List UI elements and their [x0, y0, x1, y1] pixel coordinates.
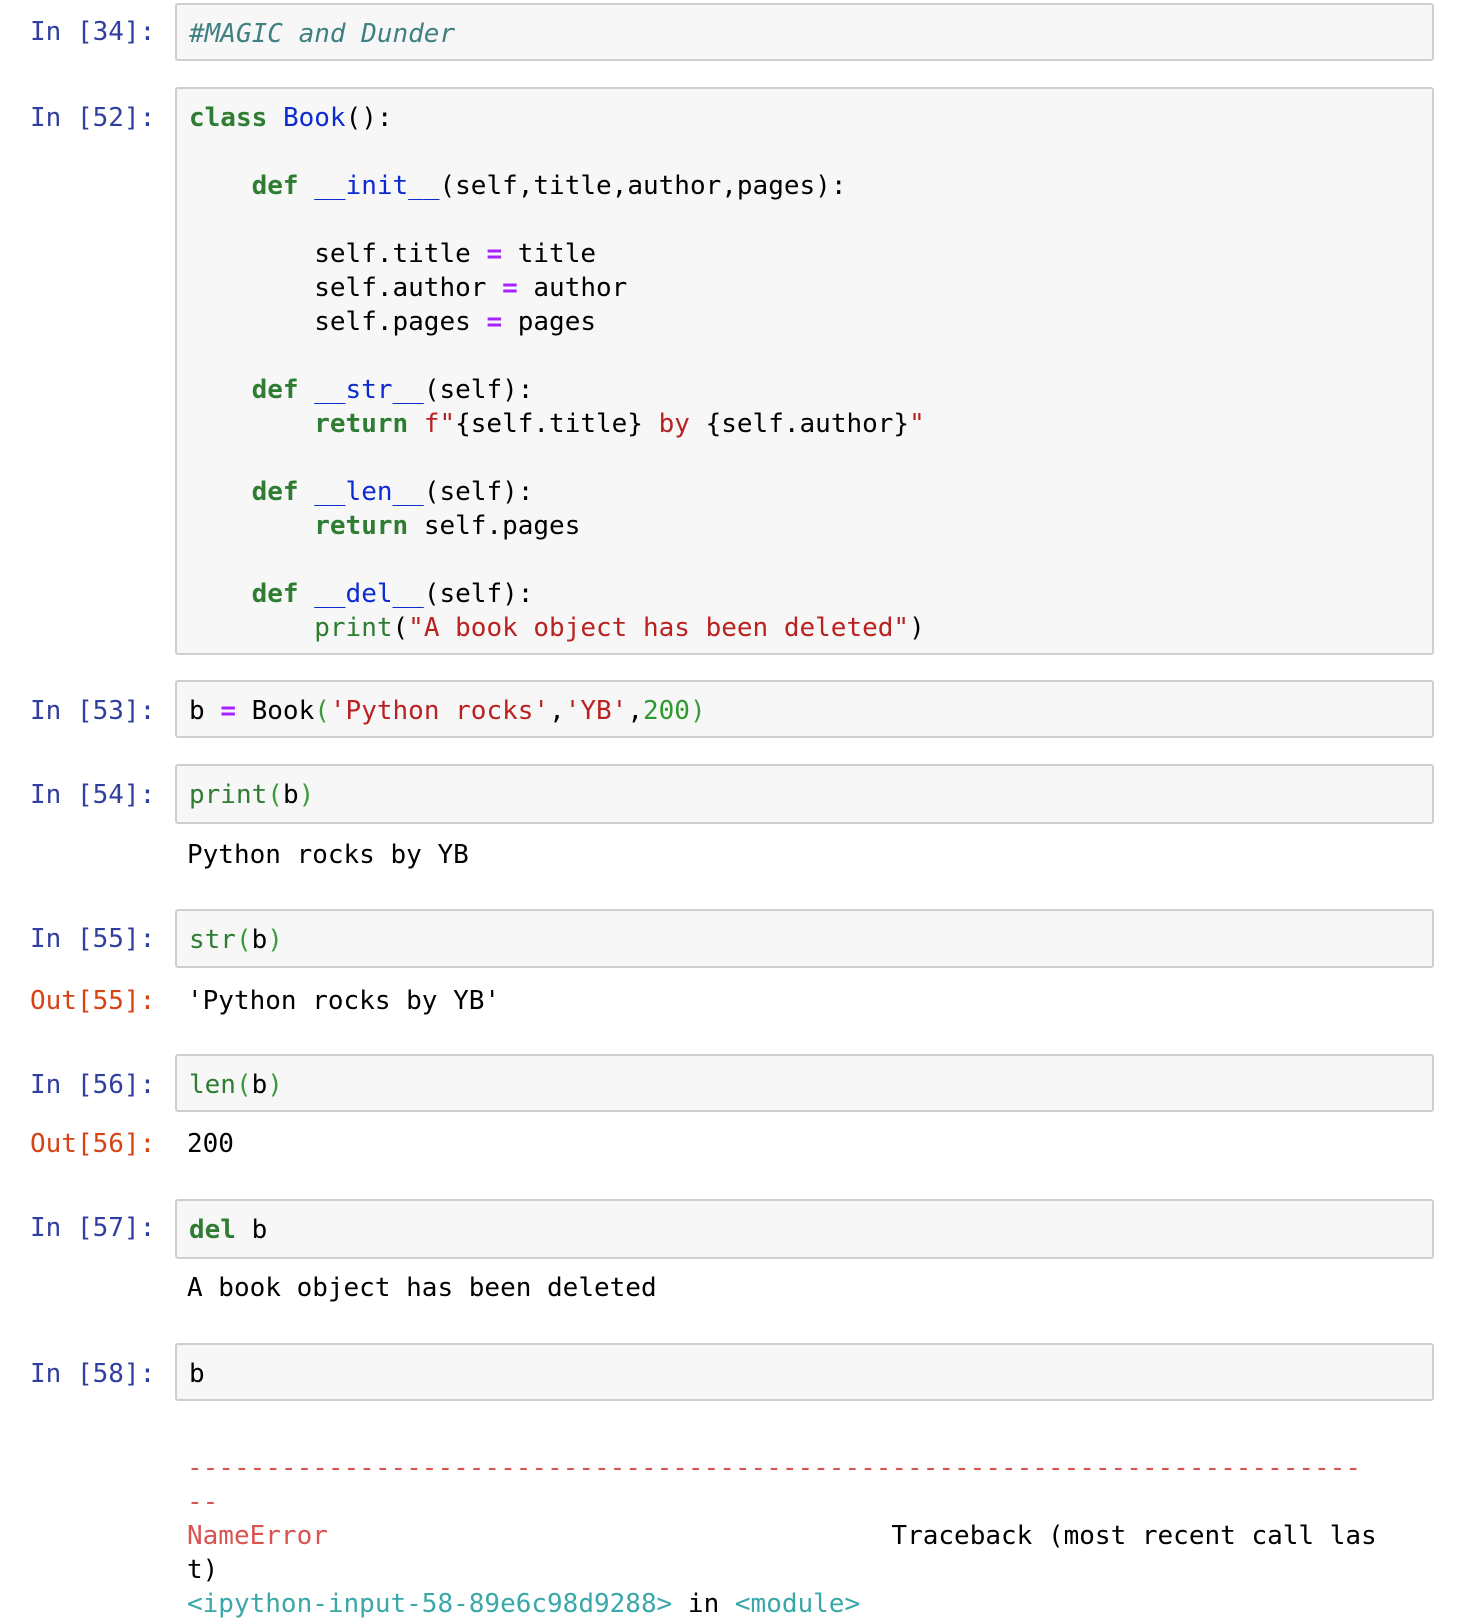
traceback-dashes: ----------------------------------------…: [187, 1453, 1361, 1483]
code-comment: #MAGIC and Dunder: [189, 19, 456, 49]
code-input[interactable]: b: [175, 1343, 1434, 1401]
stdout-text: Python rocks by YB: [187, 840, 469, 870]
output-value: 200: [187, 1129, 234, 1159]
in-prompt: In [34]:: [30, 17, 156, 47]
in-prompt: In [53]:: [30, 696, 156, 726]
traceback-header: Traceback (most recent call las: [891, 1521, 1377, 1551]
code-input[interactable]: class Book(): def __init__(self,title,au…: [175, 87, 1434, 655]
out-prompt: Out[56]:: [30, 1129, 156, 1159]
traceback-module: <module>: [734, 1589, 861, 1619]
code-block: class Book(): def __init__(self,title,au…: [189, 103, 925, 643]
code-input[interactable]: del b: [175, 1199, 1434, 1259]
output-value: 'Python rocks by YB': [187, 986, 501, 1016]
traceback-header-wrap: t): [187, 1555, 219, 1585]
code-input[interactable]: print(b): [175, 764, 1434, 824]
code-input[interactable]: len(b): [175, 1054, 1434, 1112]
out-prompt: Out[55]:: [30, 986, 156, 1016]
code-input[interactable]: str(b): [175, 909, 1434, 968]
in-prompt: In [57]:: [30, 1213, 156, 1243]
error-name: NameError: [187, 1521, 328, 1551]
traceback-output: ----------------------------------------…: [187, 1453, 1377, 1619]
traceback-dashes-wrap: --: [187, 1487, 219, 1517]
stdout-text: A book object has been deleted: [187, 1273, 657, 1303]
in-prompt: In [52]:: [30, 103, 156, 133]
in-prompt: In [56]:: [30, 1070, 156, 1100]
traceback-input-ref: <ipython-input-58-89e6c98d9288>: [187, 1589, 673, 1619]
code-input[interactable]: b = Book('Python rocks','YB',200): [175, 680, 1434, 738]
in-prompt: In [55]:: [30, 924, 156, 954]
in-prompt: In [58]:: [30, 1359, 156, 1389]
in-prompt: In [54]:: [30, 780, 156, 810]
code-input[interactable]: #MAGIC and Dunder: [175, 3, 1434, 61]
